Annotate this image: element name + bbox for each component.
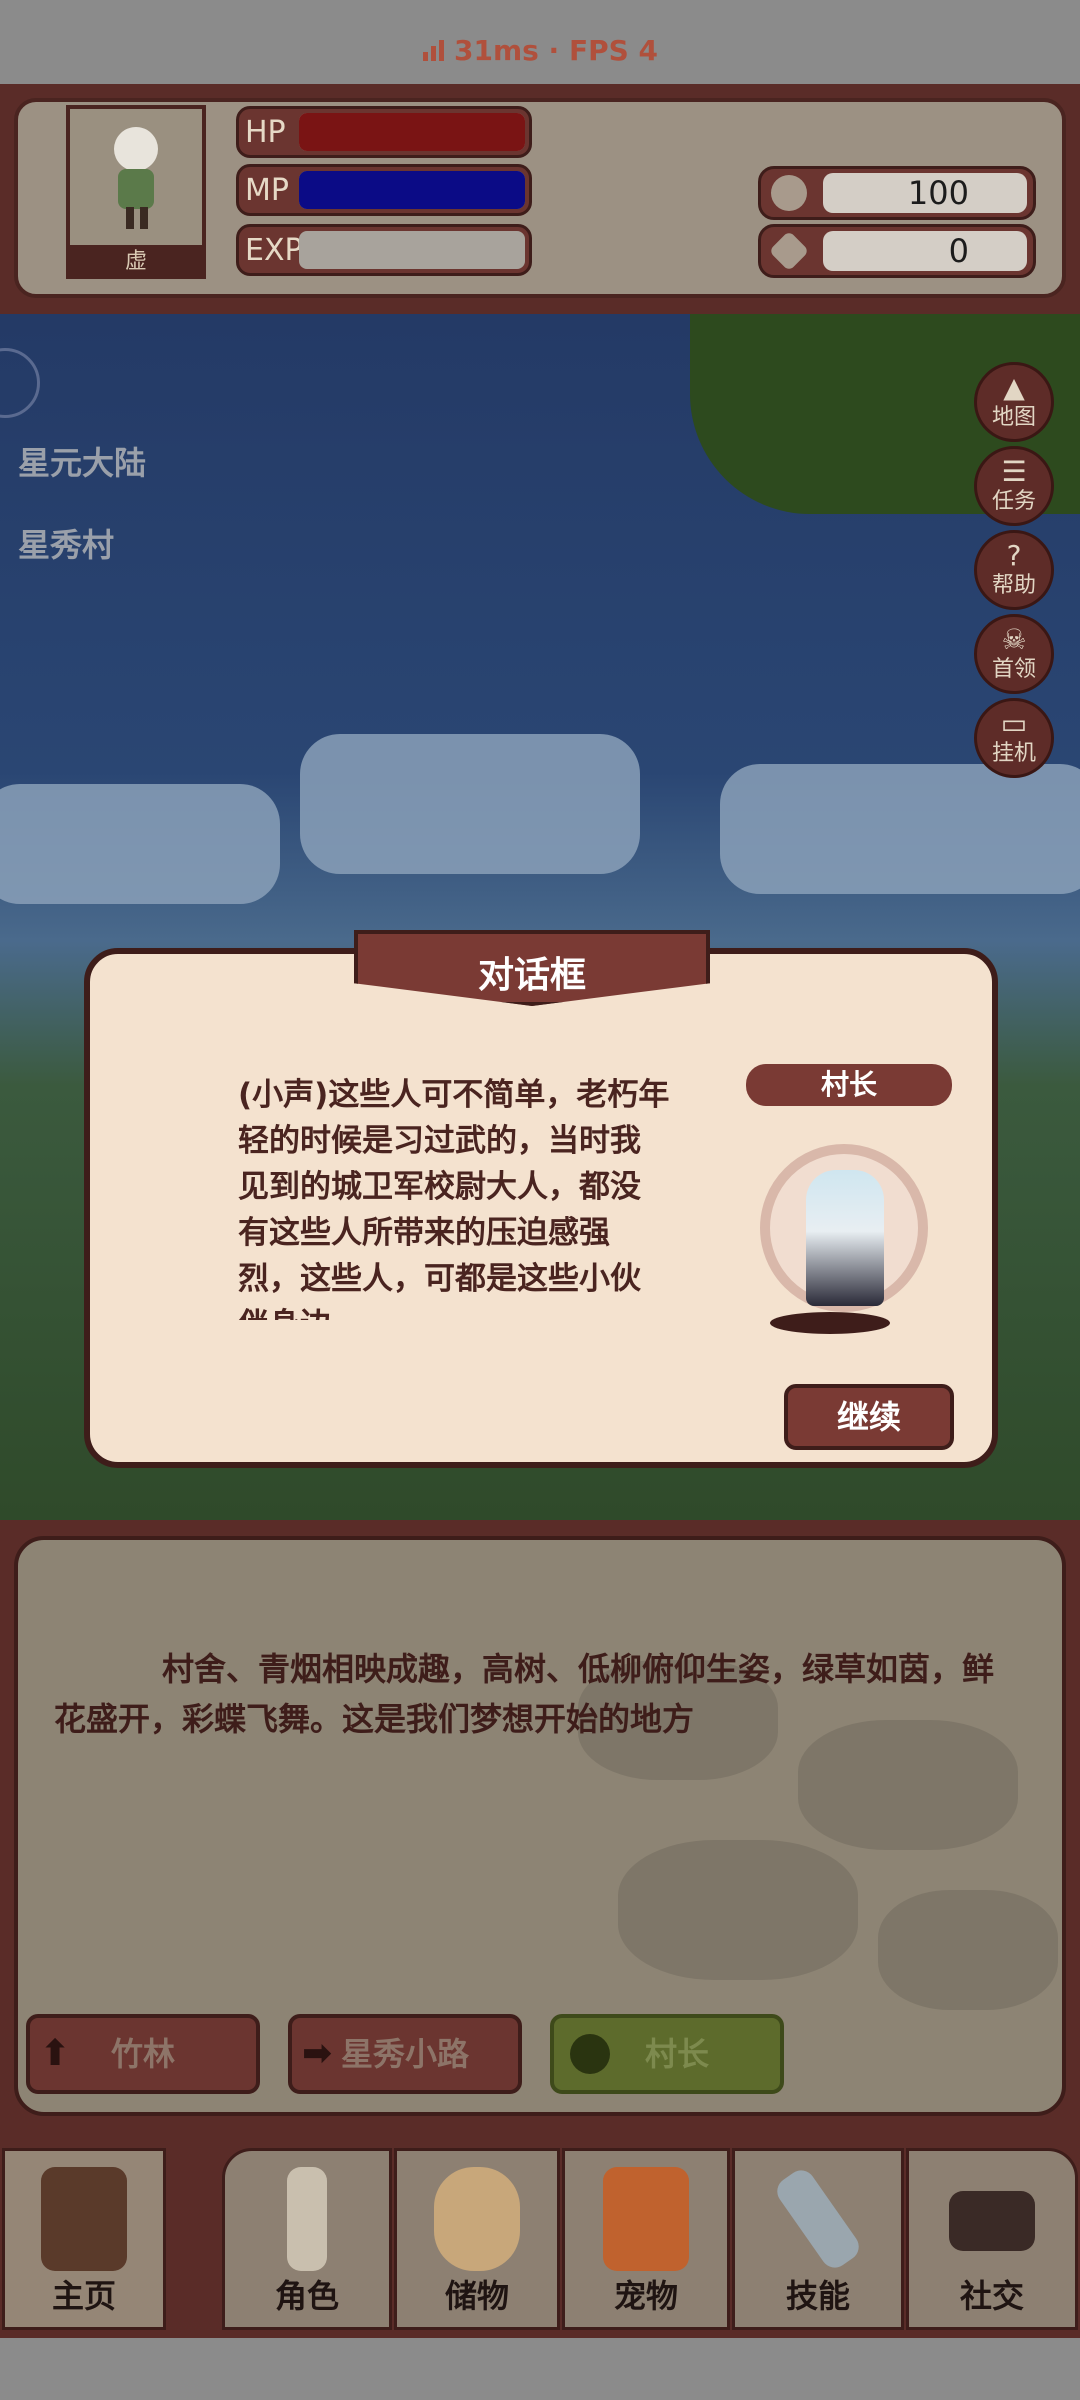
tab-label: 储物: [444, 2277, 509, 2315]
tab-pet[interactable]: 宠物: [562, 2148, 730, 2330]
tab-storage[interactable]: 储物: [394, 2148, 560, 2330]
exp-label: EXP: [245, 233, 303, 268]
exit-button-xingxiu-path[interactable]: ➡ 星秀小路: [288, 2014, 522, 2094]
exit-button-bamboo-forest[interactable]: ⬆ 竹林: [26, 2014, 260, 2094]
tab-label: 技能: [785, 2277, 850, 2315]
gem-icon: [768, 230, 810, 272]
coin-icon: [771, 175, 807, 211]
side-button-label: 挂机: [991, 741, 1036, 766]
player-sprite-icon: [114, 127, 158, 229]
tab-character[interactable]: 角色: [222, 2148, 392, 2330]
village-chief-sprite: [806, 1170, 884, 1306]
hp-bar: HP: [236, 106, 532, 158]
sword-icon: [771, 2164, 865, 2274]
hp-fill: [299, 113, 525, 151]
tab-social[interactable]: 社交: [906, 2148, 1078, 2330]
npc-shadow: [770, 1312, 890, 1334]
bottom-system-strip: [0, 2338, 1080, 2400]
dialog-text: (小声)这些人可不简单，老朽年轻的时候是习过武的，当时我见到的城卫军校尉大人，都…: [238, 1077, 670, 1320]
exp-bar: EXP: [236, 224, 532, 276]
side-button-label: 帮助: [991, 573, 1036, 598]
mp-track: [299, 171, 525, 209]
side-button-boss[interactable]: ☠ 首领: [974, 614, 1054, 694]
side-button-label: 任务: [991, 489, 1036, 514]
tab-label: 角色: [274, 2277, 339, 2315]
gate-icon: [41, 2167, 127, 2271]
exp-track: [299, 231, 525, 269]
side-button-help[interactable]: ? 帮助: [974, 530, 1054, 610]
side-button-map[interactable]: ▲ 地图: [974, 362, 1054, 442]
player-name: 虚: [66, 245, 206, 279]
tab-label: 社交: [959, 2277, 1024, 2315]
mp-bar: MP: [236, 164, 532, 216]
gem-value: 0: [823, 231, 1027, 271]
hp-track: [299, 113, 525, 151]
cloud: [0, 784, 280, 904]
speaker-name: 村长: [746, 1064, 952, 1106]
hp-label: HP: [245, 115, 286, 150]
dialog-title: 对话框: [477, 955, 586, 996]
coin-counter: 100: [758, 166, 1036, 220]
tab-skills[interactable]: 技能: [732, 2148, 904, 2330]
exit-label: 星秀小路: [340, 2035, 469, 2073]
figure-icon: [287, 2167, 327, 2271]
side-button-quest[interactable]: ☰ 任务: [974, 446, 1054, 526]
cloud: [720, 764, 1080, 894]
demon-icon: ☠: [1001, 623, 1027, 656]
tab-home[interactable]: 主页: [2, 2148, 166, 2330]
npc-button-label: 村长: [644, 2035, 709, 2073]
fox-icon: [603, 2167, 689, 2271]
fps-text: 31ms · FPS 4: [454, 34, 658, 67]
fps-indicator: 31ms · FPS 4: [0, 34, 1080, 67]
handshake-icon: [949, 2191, 1035, 2251]
side-button-label: 地图: [991, 405, 1036, 430]
scene-description: 村舍、青烟相映成趣，高树、低柳俯仰生姿，绿草如茵，鲜花盛开，彩蝶飞舞。这是我们梦…: [54, 1650, 995, 1738]
region-name: 星元大陆: [18, 444, 147, 482]
stone: [618, 1840, 858, 1980]
coin-value: 100: [823, 173, 1027, 213]
stone: [878, 1890, 1058, 2010]
side-button-idle[interactable]: ▭ 挂机: [974, 698, 1054, 778]
exit-label: 竹林: [110, 2035, 175, 2073]
continue-button[interactable]: 继续: [784, 1384, 954, 1450]
npc-button-village-chief[interactable]: 村长: [550, 2014, 784, 2094]
cloud: [300, 734, 640, 874]
scroll-icon: ☰: [1001, 455, 1027, 488]
monitor-icon: ▭: [1000, 707, 1028, 740]
mp-fill: [299, 171, 525, 209]
mountain-icon: ▲: [1003, 371, 1025, 404]
tab-label: 宠物: [613, 2277, 678, 2315]
side-button-label: 首领: [991, 657, 1036, 682]
village-name: 星秀村: [18, 526, 115, 564]
question-icon: ?: [1006, 539, 1022, 572]
mp-label: MP: [245, 173, 289, 208]
gem-counter: 0: [758, 224, 1036, 278]
top-status-strip: 31ms · FPS 4: [0, 0, 1080, 84]
location-ring-icon[interactable]: [0, 348, 40, 418]
bag-icon: [434, 2167, 520, 2271]
signal-bars-icon: [423, 40, 444, 61]
tab-label: 主页: [51, 2277, 116, 2315]
